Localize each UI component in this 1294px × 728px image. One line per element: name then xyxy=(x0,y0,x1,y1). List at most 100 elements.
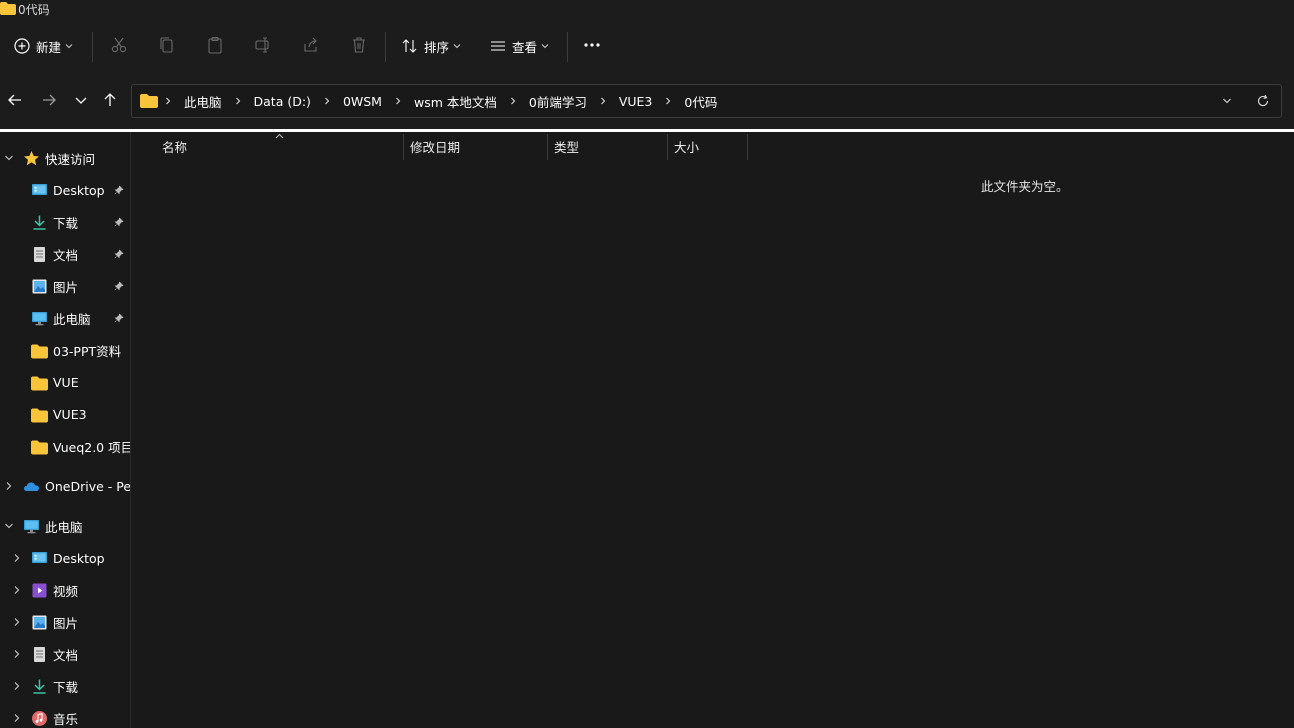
breadcrumb-item[interactable]: 0前端学习 xyxy=(523,92,593,111)
breadcrumb-item[interactable]: 此电脑 xyxy=(178,92,228,111)
column-divider[interactable] xyxy=(547,134,548,160)
column-divider[interactable] xyxy=(747,134,748,160)
command-bar: 新建 排序 查看 xyxy=(0,18,1294,74)
sidebar-item-folder[interactable]: Vueq2.0 项目 xyxy=(0,434,130,458)
address-history-chevron-icon[interactable] xyxy=(1222,96,1232,106)
column-header-label: 修改日期 xyxy=(410,139,461,155)
sidebar-item-pictures[interactable]: 图片 xyxy=(0,274,130,298)
computer-icon xyxy=(24,520,39,534)
computer-icon xyxy=(32,312,47,326)
sidebar-item-this-pc-pinned[interactable]: 此电脑 xyxy=(0,306,130,330)
chevron-right-icon[interactable] xyxy=(12,553,22,563)
sidebar-item-this-pc[interactable]: 此电脑 xyxy=(0,514,130,538)
breadcrumb-item[interactable]: Data (D:) xyxy=(248,94,317,109)
sort-button[interactable]: 排序 xyxy=(402,28,461,64)
address-bar[interactable]: 此电脑 Data (D:) 0WSM wsm 本地文档 0前端学习 VUE3 0… xyxy=(131,84,1282,118)
sidebar-item-label: 下载 xyxy=(53,679,79,695)
breadcrumb-item[interactable]: VUE3 xyxy=(613,94,659,109)
sidebar-item-pc-documents[interactable]: 文档 xyxy=(0,642,130,666)
refresh-icon[interactable] xyxy=(1256,94,1270,108)
document-icon xyxy=(34,247,45,262)
column-header-size[interactable]: 大小 xyxy=(674,132,746,160)
column-divider[interactable] xyxy=(403,134,404,160)
folder-icon xyxy=(140,94,158,108)
chevron-right-icon[interactable] xyxy=(12,713,22,723)
column-header-name[interactable]: 名称 xyxy=(162,132,402,160)
sidebar-item-downloads[interactable]: 下载 xyxy=(0,210,130,234)
download-icon xyxy=(33,215,46,230)
sidebar-item-pc-pictures[interactable]: 图片 xyxy=(0,610,130,634)
cloud-icon xyxy=(24,482,39,491)
chevron-down-icon xyxy=(65,44,73,49)
folder-icon xyxy=(31,440,48,455)
chevron-down-icon[interactable] xyxy=(4,153,14,163)
chevron-right-icon[interactable] xyxy=(12,649,22,659)
sidebar-item-documents[interactable]: 文档 xyxy=(0,242,130,266)
forward-arrow-icon[interactable] xyxy=(40,91,58,109)
copy-icon[interactable] xyxy=(158,36,176,54)
back-arrow-icon[interactable] xyxy=(6,91,24,109)
paste-icon[interactable] xyxy=(206,36,224,54)
sidebar-item-desktop[interactable]: Desktop xyxy=(0,178,130,202)
sidebar-item-pc-downloads[interactable]: 下载 xyxy=(0,674,130,698)
sidebar-item-pc-music[interactable]: 音乐 xyxy=(0,706,130,728)
chevron-right-icon[interactable] xyxy=(12,681,22,691)
sidebar-item-label: 03-PPT资料 xyxy=(53,343,122,359)
view-button[interactable]: 查看 xyxy=(490,28,549,64)
cut-icon[interactable] xyxy=(110,36,128,54)
chevron-right-icon[interactable] xyxy=(12,585,22,595)
delete-icon[interactable] xyxy=(350,36,368,54)
pin-icon[interactable] xyxy=(114,185,124,195)
chevron-right-icon[interactable] xyxy=(599,97,607,105)
navigation-bar: 此电脑 Data (D:) 0WSM wsm 本地文档 0前端学习 VUE3 0… xyxy=(0,74,1294,130)
breadcrumb-item[interactable]: wsm 本地文档 xyxy=(408,92,503,111)
up-arrow-icon[interactable] xyxy=(101,91,119,109)
new-button[interactable]: 新建 xyxy=(14,28,73,64)
chevron-right-icon[interactable] xyxy=(4,481,14,491)
chevron-right-icon xyxy=(166,97,171,105)
document-icon xyxy=(34,647,45,662)
sidebar-item-folder[interactable]: VUE xyxy=(0,370,130,394)
recent-locations-chevron-icon[interactable] xyxy=(72,91,90,109)
pin-icon[interactable] xyxy=(114,249,124,259)
chevron-down-icon[interactable] xyxy=(4,521,14,531)
desktop-icon xyxy=(32,552,47,563)
sidebar-item-label: Vueq2.0 项目 xyxy=(53,439,131,455)
sidebar-item-label: 文档 xyxy=(53,647,79,663)
sort-icon xyxy=(402,39,417,53)
new-button-label: 新建 xyxy=(36,39,62,55)
sidebar-item-label: 此电脑 xyxy=(45,519,83,535)
picture-icon xyxy=(32,279,47,294)
chevron-down-icon xyxy=(541,44,549,49)
breadcrumb-item[interactable]: 0WSM xyxy=(337,94,388,109)
chevron-right-icon[interactable] xyxy=(394,97,402,105)
sidebar-item-folder[interactable]: VUE3 xyxy=(0,402,130,426)
column-header-type[interactable]: 类型 xyxy=(554,132,666,160)
column-header-label: 名称 xyxy=(162,139,188,155)
share-icon[interactable] xyxy=(302,36,320,54)
toolbar-divider xyxy=(92,32,93,62)
column-header-label: 大小 xyxy=(674,139,700,155)
chevron-right-icon[interactable] xyxy=(664,97,672,105)
column-header-date[interactable]: 修改日期 xyxy=(410,132,546,160)
pin-icon[interactable] xyxy=(114,217,124,227)
more-options-icon[interactable] xyxy=(583,36,601,54)
chevron-right-icon[interactable] xyxy=(509,97,517,105)
sidebar-item-label: VUE3 xyxy=(53,406,87,422)
video-icon xyxy=(32,583,47,598)
rename-icon[interactable] xyxy=(254,36,272,54)
chevron-right-icon[interactable] xyxy=(234,97,242,105)
chevron-right-icon[interactable] xyxy=(323,97,331,105)
folder-icon xyxy=(31,408,48,423)
sidebar-item-folder[interactable]: 03-PPT资料 xyxy=(0,338,130,362)
sidebar-item-onedrive[interactable]: OneDrive - Per xyxy=(0,474,130,498)
sidebar-quick-access[interactable]: 快速访问 xyxy=(0,146,130,170)
breadcrumb-item-current[interactable]: 0代码 xyxy=(678,92,723,111)
window-title: 0代码 xyxy=(18,3,50,17)
chevron-right-icon[interactable] xyxy=(12,617,22,627)
sidebar-item-pc-desktop[interactable]: Desktop xyxy=(0,546,130,570)
column-divider[interactable] xyxy=(667,134,668,160)
pin-icon[interactable] xyxy=(114,313,124,323)
sidebar-item-pc-videos[interactable]: 视频 xyxy=(0,578,130,602)
pin-icon[interactable] xyxy=(114,281,124,291)
